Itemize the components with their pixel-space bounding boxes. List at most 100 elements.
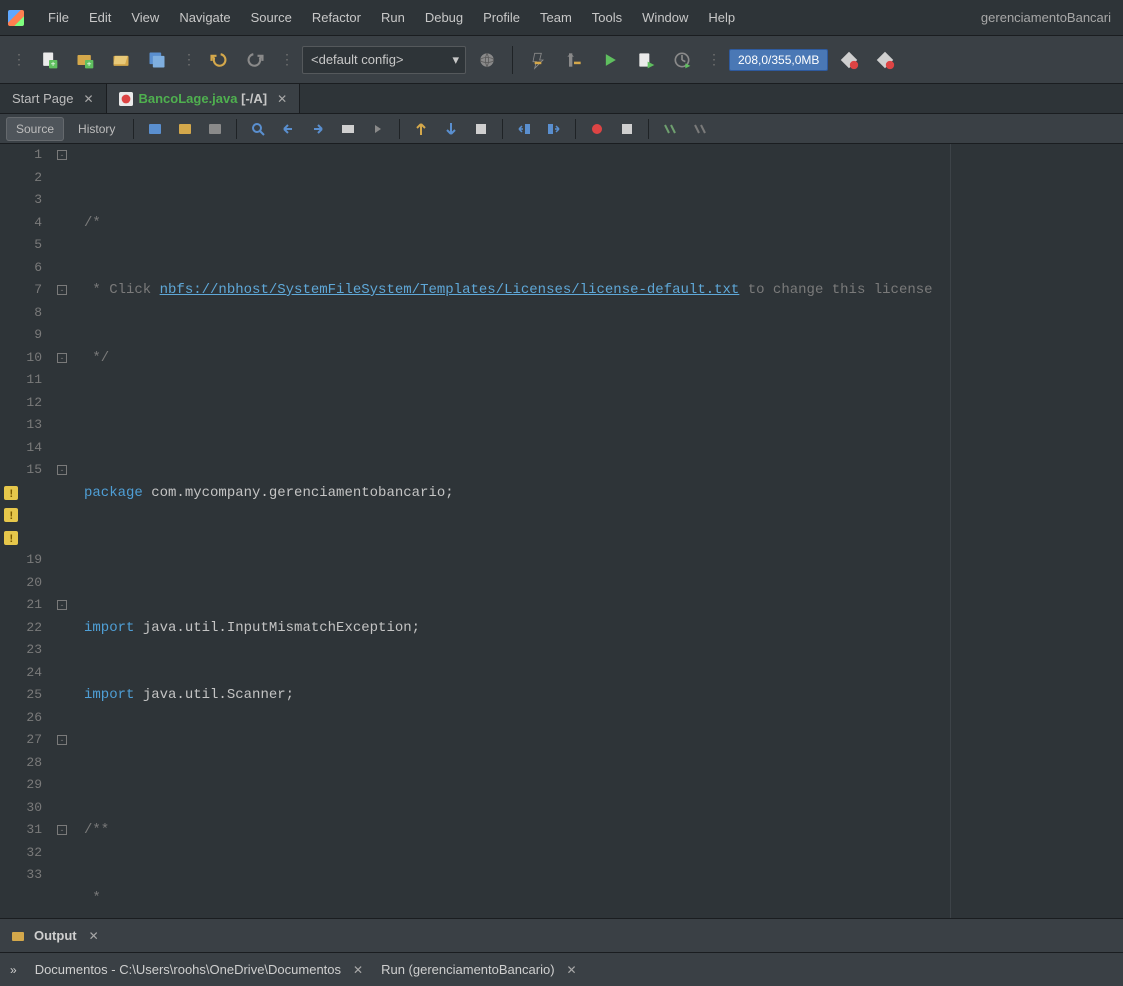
uncomment-icon[interactable] <box>687 117 713 141</box>
nav-icon[interactable] <box>142 117 168 141</box>
arrow-down-icon[interactable] <box>438 117 464 141</box>
new-project-button[interactable]: + <box>70 45 100 75</box>
separator <box>512 46 513 74</box>
arrow-right-icon[interactable] <box>305 117 331 141</box>
menu-window[interactable]: Window <box>632 0 698 36</box>
open-project-button[interactable] <box>106 45 136 75</box>
separator <box>133 119 134 139</box>
play-small-icon[interactable] <box>365 117 391 141</box>
java-file-icon <box>119 92 133 106</box>
separator <box>236 119 237 139</box>
fold-icon[interactable]: - <box>57 600 67 610</box>
notification-icon[interactable] <box>834 45 864 75</box>
clean-build-button[interactable] <box>559 45 589 75</box>
stop-icon[interactable] <box>614 117 640 141</box>
fold-icon[interactable]: - <box>57 735 67 745</box>
toolbar-handle-icon: ⋮ <box>280 51 292 68</box>
menu-run[interactable]: Run <box>371 0 415 36</box>
fold-strip[interactable]: - - - - - - - <box>50 144 74 918</box>
notification-icon-2[interactable] <box>870 45 900 75</box>
config-select[interactable]: <default config> ▾ <box>302 46 466 74</box>
fold-icon[interactable]: - <box>57 150 67 160</box>
fold-icon[interactable]: - <box>57 353 67 363</box>
svg-text:+: + <box>87 58 92 68</box>
run-button[interactable] <box>595 45 625 75</box>
record-icon[interactable] <box>584 117 610 141</box>
close-icon[interactable]: ✕ <box>83 92 93 106</box>
fold-icon[interactable]: - <box>57 825 67 835</box>
menu-source[interactable]: Source <box>241 0 302 36</box>
build-button[interactable] <box>523 45 553 75</box>
config-select-label: <default config> <box>311 52 404 67</box>
menu-team[interactable]: Team <box>530 0 582 36</box>
fold-icon[interactable]: - <box>57 285 67 295</box>
undo-button[interactable] <box>204 45 234 75</box>
menu-file[interactable]: File <box>38 0 79 36</box>
menu-view[interactable]: View <box>121 0 169 36</box>
line-gutter[interactable]: 1 2 3 4 5 6 7 8 9 10 11 12 13 14 15 19 2… <box>0 144 50 918</box>
separator <box>502 119 503 139</box>
output-label: Output <box>34 928 77 943</box>
globe-button[interactable] <box>472 45 502 75</box>
status-tab-run[interactable]: Run (gerenciamentoBancario) ✕ <box>381 962 577 977</box>
toolbar-handle-icon: ⋮ <box>12 51 24 68</box>
separator <box>575 119 576 139</box>
menu-debug[interactable]: Debug <box>415 0 473 36</box>
warning-icon[interactable] <box>0 527 42 550</box>
shift-left-icon[interactable] <box>511 117 537 141</box>
code-editor[interactable]: /* * Click nbfs://nbhost/SystemFileSyste… <box>74 144 1123 918</box>
tab-start-page[interactable]: Start Page ✕ <box>0 84 107 113</box>
close-icon[interactable]: ✕ <box>353 963 363 977</box>
menu-help[interactable]: Help <box>698 0 745 36</box>
diff-icon[interactable] <box>335 117 361 141</box>
main-toolbar: ⋮ + + ⋮ ⋮ <default config> ▾ ⋮ 208,0/355… <box>0 36 1123 84</box>
menu-tools[interactable]: Tools <box>582 0 632 36</box>
close-icon[interactable]: ✕ <box>89 929 99 943</box>
shift-right-icon[interactable] <box>541 117 567 141</box>
menubar: File Edit View Navigate Source Refactor … <box>0 0 1123 36</box>
profile-button[interactable] <box>667 45 697 75</box>
debug-button[interactable] <box>631 45 661 75</box>
separator <box>399 119 400 139</box>
arrow-left-icon[interactable] <box>275 117 301 141</box>
warning-icon[interactable] <box>0 482 42 505</box>
menu-refactor[interactable]: Refactor <box>302 0 371 36</box>
warning-icon[interactable] <box>0 504 42 527</box>
menu-edit[interactable]: Edit <box>79 0 121 36</box>
find-icon[interactable] <box>245 117 271 141</box>
right-margin <box>950 144 951 918</box>
menu-navigate[interactable]: Navigate <box>169 0 240 36</box>
memory-indicator[interactable]: 208,0/355,0MB <box>729 49 828 71</box>
toolbar-handle-icon: ⋮ <box>182 51 194 68</box>
chevron-right-icon[interactable]: » <box>10 963 17 977</box>
history-view-button[interactable]: History <box>68 117 125 141</box>
project-name: gerenciamentoBancari <box>981 10 1115 25</box>
status-tab-documentos[interactable]: Documentos - C:\Users\roohs\OneDrive\Doc… <box>35 962 363 977</box>
svg-text:+: + <box>51 58 56 68</box>
tab-label: BancoLage.java [-/A] <box>139 91 268 106</box>
separator <box>648 119 649 139</box>
redo-button[interactable] <box>240 45 270 75</box>
statusbar: » Documentos - C:\Users\roohs\OneDrive\D… <box>0 952 1123 986</box>
close-icon[interactable]: ✕ <box>567 963 577 977</box>
app-logo-icon <box>8 10 24 26</box>
new-file-button[interactable]: + <box>34 45 64 75</box>
tab-bancolage[interactable]: BancoLage.java [-/A] ✕ <box>107 84 301 113</box>
comment-icon[interactable] <box>657 117 683 141</box>
arrow-up-icon[interactable] <box>408 117 434 141</box>
tab-label: Start Page <box>12 91 73 106</box>
save-all-button[interactable] <box>142 45 172 75</box>
source-view-button[interactable]: Source <box>6 117 64 141</box>
nav-icon[interactable] <box>172 117 198 141</box>
menu-profile[interactable]: Profile <box>473 0 530 36</box>
output-panel-header[interactable]: Output ✕ <box>0 918 1123 952</box>
bookmark-icon[interactable] <box>468 117 494 141</box>
close-icon[interactable]: ✕ <box>277 92 287 106</box>
editor-area: 1 2 3 4 5 6 7 8 9 10 11 12 13 14 15 19 2… <box>0 144 1123 918</box>
editor-toolbar: Source History <box>0 114 1123 144</box>
nav-icon[interactable] <box>202 117 228 141</box>
fold-icon[interactable]: - <box>57 465 67 475</box>
chevron-down-icon: ▾ <box>452 52 459 68</box>
editor-tabs: Start Page ✕ BancoLage.java [-/A] ✕ <box>0 84 1123 114</box>
output-icon <box>10 928 26 944</box>
